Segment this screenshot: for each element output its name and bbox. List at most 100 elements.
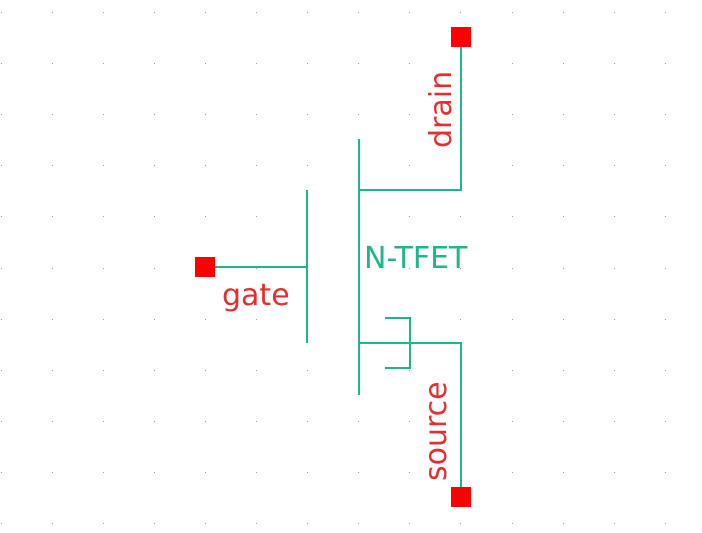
- grid-dot: [460, 319, 461, 320]
- grid-dot: [358, 523, 359, 524]
- grid-dot: [563, 370, 564, 371]
- grid-dot: [52, 165, 53, 166]
- grid-dot: [512, 268, 513, 269]
- grid-dot: [205, 12, 206, 13]
- grid-dot: [1, 370, 2, 371]
- gate-pin[interactable]: [195, 257, 215, 277]
- grid-dot: [103, 268, 104, 269]
- grid-dot: [512, 472, 513, 473]
- grid-dot: [1, 63, 2, 64]
- grid-dot: [205, 421, 206, 422]
- grid-dot: [256, 268, 257, 269]
- grid-dot: [409, 472, 410, 473]
- grid-dot: [614, 63, 615, 64]
- grid-dot: [614, 472, 615, 473]
- grid-dot: [614, 12, 615, 13]
- grid-dot: [1, 268, 2, 269]
- grid-dot: [256, 63, 257, 64]
- source-label: source: [419, 381, 454, 481]
- grid-dot: [52, 63, 53, 64]
- grid-dot: [103, 319, 104, 320]
- grid-dot: [614, 421, 615, 422]
- grid-dot: [205, 165, 206, 166]
- grid-dot: [103, 12, 104, 13]
- source-pin[interactable]: [451, 487, 471, 507]
- grid-dot: [614, 165, 615, 166]
- grid-dot: [1, 165, 2, 166]
- grid-dot: [52, 12, 53, 13]
- grid-dot: [154, 523, 155, 524]
- grid-dot: [103, 370, 104, 371]
- grid-dot: [512, 370, 513, 371]
- grid-dot: [358, 12, 359, 13]
- grid-dot: [665, 370, 666, 371]
- grid-dot: [103, 472, 104, 473]
- grid-dot: [665, 12, 666, 13]
- grid-dot: [409, 165, 410, 166]
- grid-dot: [154, 472, 155, 473]
- grid-dot: [154, 63, 155, 64]
- grid-dot: [409, 114, 410, 115]
- grid-dot: [409, 370, 410, 371]
- grid-dot: [665, 268, 666, 269]
- grid-dot: [614, 370, 615, 371]
- grid-dot: [256, 370, 257, 371]
- grid-dot: [409, 12, 410, 13]
- grid-dot: [614, 523, 615, 524]
- grid-dot: [256, 421, 257, 422]
- grid-dot: [52, 472, 53, 473]
- grid-dot: [358, 114, 359, 115]
- grid-dot: [563, 12, 564, 13]
- grid-dot: [563, 319, 564, 320]
- grid-dot: [52, 114, 53, 115]
- grid-dot: [154, 216, 155, 217]
- grid-dot: [512, 165, 513, 166]
- grid-dot: [665, 114, 666, 115]
- grid-dot: [1, 472, 2, 473]
- grid-dot: [103, 114, 104, 115]
- grid-dot: [665, 319, 666, 320]
- grid-dot: [1, 523, 2, 524]
- device-name-label: N-TFET: [364, 241, 468, 276]
- grid-dot: [409, 216, 410, 217]
- grid-dot: [256, 114, 257, 115]
- grid-dot: [154, 421, 155, 422]
- grid-dot: [307, 63, 308, 64]
- grid-dot: [358, 63, 359, 64]
- grid-dot: [665, 216, 666, 217]
- grid-dot: [256, 319, 257, 320]
- grid-dot: [1, 12, 2, 13]
- grid-dot: [52, 421, 53, 422]
- drain-pin[interactable]: [451, 27, 471, 47]
- grid-dot: [154, 268, 155, 269]
- grid-dot: [563, 114, 564, 115]
- grid-dot: [205, 523, 206, 524]
- grid-dot: [307, 523, 308, 524]
- grid-dot: [103, 216, 104, 217]
- grid-dot: [1, 319, 2, 320]
- grid-dot: [563, 421, 564, 422]
- grid-dot: [460, 12, 461, 13]
- grid-dot: [307, 165, 308, 166]
- grid-dot: [256, 216, 257, 217]
- grid-dot: [512, 421, 513, 422]
- grid-dot: [409, 63, 410, 64]
- grid-dot: [52, 216, 53, 217]
- grid-dot: [409, 421, 410, 422]
- grid-dot: [154, 165, 155, 166]
- grid-dot: [512, 114, 513, 115]
- grid-dot: [665, 523, 666, 524]
- schematic-canvas: N-TFET gate drain source: [1, 12, 666, 524]
- grid-dot: [563, 216, 564, 217]
- drain-label: drain: [424, 71, 459, 148]
- grid-dot: [614, 216, 615, 217]
- grid-dot: [563, 268, 564, 269]
- grid-dot: [256, 472, 257, 473]
- grid-dot: [205, 114, 206, 115]
- grid-dot: [665, 63, 666, 64]
- grid-dot: [307, 472, 308, 473]
- grid-dot: [205, 472, 206, 473]
- grid-dot: [205, 216, 206, 217]
- grid-dot: [52, 523, 53, 524]
- grid-dot: [103, 421, 104, 422]
